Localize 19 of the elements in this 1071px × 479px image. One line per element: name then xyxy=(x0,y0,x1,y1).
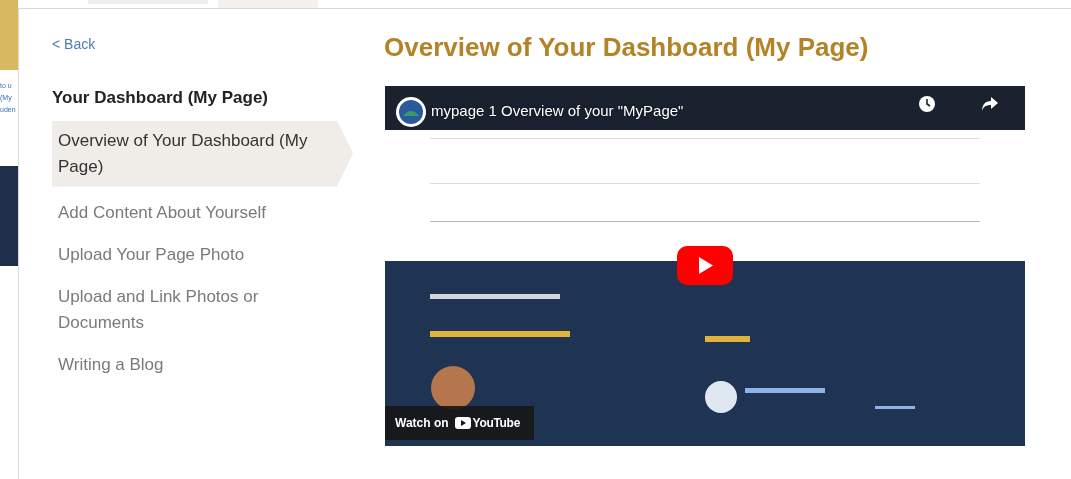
sidebar-item[interactable]: Overview of Your Dashboard (My Page) xyxy=(52,120,353,187)
share-icon[interactable] xyxy=(981,96,999,112)
sidebar-item[interactable]: Add Content About Yourself xyxy=(52,191,353,234)
banner-image xyxy=(0,0,18,70)
sidebar-item[interactable]: Writing a Blog xyxy=(52,343,353,386)
clock-icon[interactable] xyxy=(918,95,936,113)
sidebar-item[interactable]: Upload Your Page Photo xyxy=(52,233,353,276)
video-player[interactable]: mypage 1 Overview of your "MyPage" Watch on YouTube xyxy=(385,86,1025,446)
watch-on-youtube-button[interactable]: Watch on YouTube xyxy=(385,406,534,440)
channel-logo-icon xyxy=(395,96,427,128)
back-link[interactable]: < Back xyxy=(52,34,96,55)
sidebar-item[interactable]: Upload and Link Photos or Documents xyxy=(52,275,353,344)
video-title: mypage 1 Overview of your "MyPage" xyxy=(431,101,684,121)
play-button-icon[interactable] xyxy=(677,246,733,285)
watch-on-label: Watch on xyxy=(395,415,449,432)
page-heading: Overview of Your Dashboard (My Page) xyxy=(384,31,870,64)
sidebar-title: Your Dashboard (My Page) xyxy=(52,87,269,109)
platform-label: YouTube xyxy=(472,415,520,432)
play-logo-icon xyxy=(454,417,471,429)
